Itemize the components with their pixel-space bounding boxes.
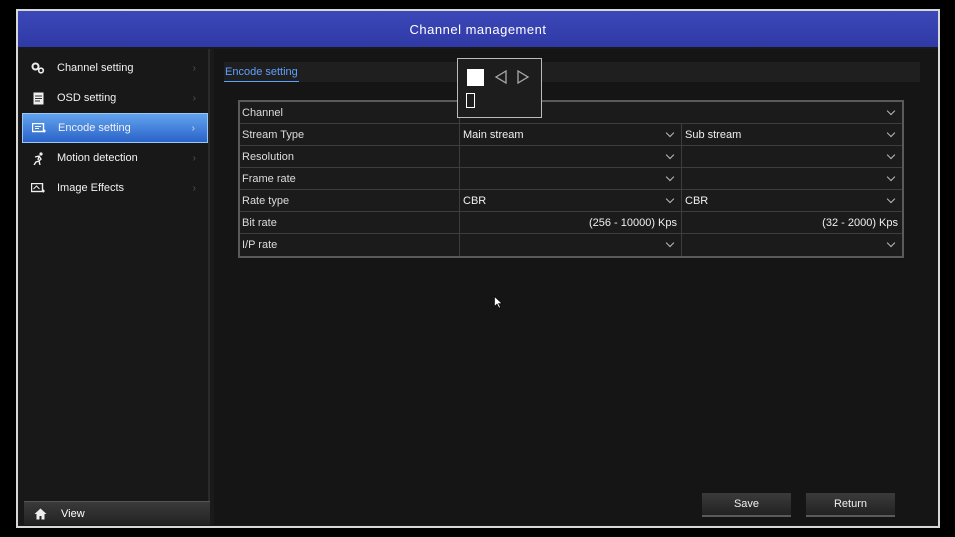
sidebar-item-osd-setting[interactable]: OSD setting › [22,83,208,113]
chevron-down-icon [665,173,675,183]
sidebar-item-label: Channel setting [57,62,134,74]
main-ip-rate-select[interactable] [460,234,682,256]
return-button[interactable]: Return [806,493,895,517]
table-row-rate-type: Rate type CBR CBR [240,190,902,212]
chevron-down-icon [886,129,896,139]
next-icon[interactable] [516,69,530,85]
table-row-bit-rate: Bit rate (256 - 10000) Kps (32 - 2000) K… [240,212,902,234]
chevron-down-icon [886,195,896,205]
document-icon [31,91,45,105]
stop-icon[interactable] [467,69,484,86]
select-value: CBR [685,195,709,207]
row-label: I/P rate [240,234,460,256]
row-label: Bit rate [240,212,460,234]
view-button[interactable]: View [24,501,210,525]
main-stream-type-select[interactable]: Main stream [460,124,682,146]
sub-rate-type-select[interactable]: CBR [682,190,902,212]
chevron-down-icon [886,107,896,117]
image-effects-icon [31,181,45,195]
home-icon [33,507,47,521]
window-mode-icon[interactable] [466,93,475,108]
sidebar-item-label: Motion detection [57,152,138,164]
table-row-ip-rate: I/P rate [240,234,902,256]
sidebar-item-motion-detection[interactable]: Motion detection › [22,143,208,173]
window-title: Channel management [18,11,938,47]
sidebar-item-label: OSD setting [57,92,117,104]
sub-resolution-select[interactable] [682,146,902,168]
main-content: Encode setting Channel Stream Type Main … [214,49,938,525]
main-frame-rate-select[interactable] [460,168,682,190]
chevron-down-icon [665,151,675,161]
previous-icon[interactable] [494,69,508,85]
running-person-icon [31,151,45,165]
gears-icon [31,61,45,75]
chevron-down-icon [665,129,675,139]
tab-encode-setting[interactable]: Encode setting [224,62,299,82]
sub-bit-rate-input[interactable]: (32 - 2000) Kps [682,212,902,234]
sub-stream-type-select[interactable]: Sub stream [682,124,902,146]
chevron-right-icon: › [192,152,196,164]
chevron-right-icon: › [192,92,196,104]
row-label: Frame rate [240,168,460,190]
view-label: View [61,507,85,520]
row-label: Channel [240,102,460,124]
select-value: Sub stream [685,129,742,141]
sidebar-item-encode-setting[interactable]: Encode setting › [22,113,208,143]
chevron-right-icon: › [192,182,196,194]
table-row-stream-type: Stream Type Main stream Sub stream [240,124,902,146]
table-row-frame-rate: Frame rate [240,168,902,190]
select-value: Main stream [463,129,524,141]
row-label: Resolution [240,146,460,168]
row-label: Stream Type [240,124,460,146]
sidebar-item-channel-setting[interactable]: Channel setting › [22,53,208,83]
chevron-down-icon [665,239,675,249]
chevron-down-icon [665,195,675,205]
chevron-down-icon [886,239,896,249]
chevron-right-icon: › [192,62,196,74]
main-rate-type-select[interactable]: CBR [460,190,682,212]
encode-settings-table: Channel Stream Type Main stream Sub stre… [238,100,904,258]
sub-frame-rate-select[interactable] [682,168,902,190]
sidebar-item-label: Image Effects [57,182,125,194]
chevron-down-icon [886,151,896,161]
tab-bar: Encode setting [224,62,920,82]
select-value: CBR [463,195,487,207]
row-label: Rate type [240,190,460,212]
sub-ip-rate-select[interactable] [682,234,902,256]
playback-control-popup [457,58,542,118]
sidebar-item-label: Encode setting [58,122,131,134]
sidebar: Channel setting › OSD setting › Encode s… [20,49,210,525]
mouse-cursor-icon [494,295,504,309]
chevron-right-icon: › [191,122,195,134]
main-bit-rate-input[interactable]: (256 - 10000) Kps [460,212,682,234]
table-row-resolution: Resolution [240,146,902,168]
main-resolution-select[interactable] [460,146,682,168]
save-button[interactable]: Save [702,493,791,517]
table-row-channel: Channel [240,102,902,124]
encode-icon [32,121,46,135]
sidebar-item-image-effects[interactable]: Image Effects › [22,173,208,203]
chevron-down-icon [886,173,896,183]
